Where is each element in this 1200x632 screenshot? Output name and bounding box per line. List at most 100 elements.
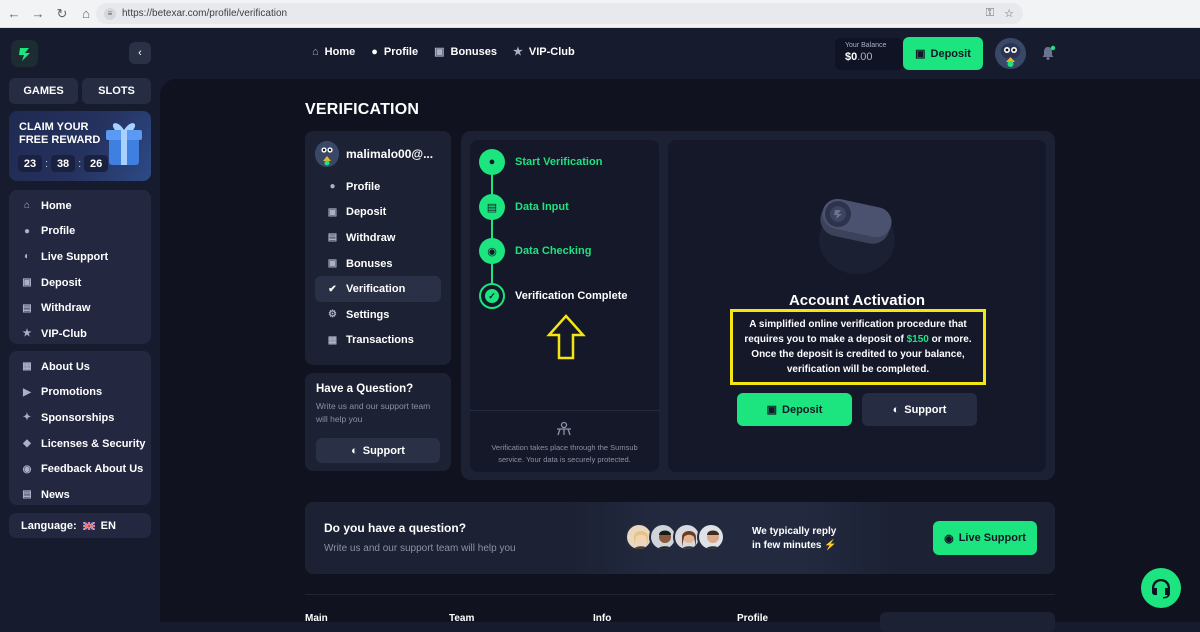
question-text: Write us and our support team will help … bbox=[316, 401, 431, 424]
steps-divider bbox=[470, 410, 659, 411]
profile-menu-transactions[interactable]: ▦ Transactions bbox=[315, 328, 441, 354]
sidebar-item-about-us[interactable]: ▦ About Us bbox=[9, 354, 151, 380]
header-deposit-button[interactable]: ▣ Deposit bbox=[903, 37, 983, 70]
help-title: Do you have a question? bbox=[324, 521, 467, 535]
help-subtitle: Write us and our support team will help … bbox=[324, 543, 516, 554]
footer-col-main: Main bbox=[305, 613, 328, 624]
handshake-icon: ✦ bbox=[22, 412, 32, 424]
bookmark-star-icon[interactable]: ☆ bbox=[1004, 7, 1014, 20]
withdraw-icon: ▤ bbox=[327, 232, 338, 244]
page-title: VERIFICATION bbox=[305, 101, 420, 118]
sidebar-item-profile[interactable]: ● Profile bbox=[9, 219, 151, 245]
avatar[interactable] bbox=[995, 38, 1026, 69]
profile-menu-profile[interactable]: ● Profile bbox=[315, 174, 441, 200]
sidebar-item-feedback[interactable]: ◉ Feedback About Us bbox=[9, 456, 151, 482]
verification-card: ● Start Verification ▤ Data Input ◉ Data… bbox=[461, 131, 1055, 480]
wallet-icon: ▣ bbox=[327, 206, 338, 218]
toggle-switch-illustration-icon bbox=[819, 198, 895, 274]
password-key-icon[interactable]: ⚿ bbox=[986, 7, 994, 20]
step-data-input: ▤ Data Input bbox=[479, 194, 569, 220]
home-icon: ⌂ bbox=[312, 45, 319, 58]
balance-value: $0.00 bbox=[845, 51, 873, 63]
language-label: Language: bbox=[21, 519, 77, 532]
balance-label: Your Balance bbox=[845, 42, 887, 49]
nav-home[interactable]: ⌂ Home bbox=[312, 45, 355, 58]
timer-hours: 23 bbox=[18, 155, 42, 172]
profile-menu-bonuses[interactable]: ▣ Bonuses bbox=[315, 251, 441, 277]
collapse-sidebar-button[interactable]: ‹ bbox=[129, 42, 151, 64]
back-icon[interactable]: ← bbox=[4, 4, 24, 24]
footer-col-profile: Profile bbox=[737, 613, 769, 624]
star-icon: ★ bbox=[512, 46, 523, 58]
sidebar-item-deposit[interactable]: ▣ Deposit bbox=[9, 270, 151, 296]
agent-avatar bbox=[697, 523, 725, 551]
tab-games[interactable]: GAMES bbox=[9, 78, 78, 104]
footer-card bbox=[880, 612, 1055, 632]
sidebar-item-live-support[interactable]: ◐ Live Support bbox=[9, 244, 151, 270]
user-icon: ● bbox=[371, 45, 378, 58]
reply-time-text: We typically reply in few minutes ⚡ bbox=[752, 526, 837, 551]
deposit-amount: $150 bbox=[906, 334, 929, 345]
reload-icon[interactable]: ↻ bbox=[52, 4, 72, 24]
address-bar[interactable]: ≡ https://betexar.com/profile/verificati… bbox=[96, 3, 1023, 24]
star-icon: ★ bbox=[22, 328, 32, 340]
sidebar: ‹ GAMES SLOTS CLAIM YOUR FREE REWARD 23 … bbox=[0, 28, 160, 622]
sidebar-item-home[interactable]: ⌂ Home bbox=[9, 193, 151, 219]
headset-icon: ◐ bbox=[892, 403, 900, 416]
footer-columns: Main Team Info Profile bbox=[305, 613, 837, 624]
sidebar-item-news[interactable]: ▤ News bbox=[9, 482, 151, 508]
sidebar-item-licenses[interactable]: ◆ Licenses & Security bbox=[9, 431, 151, 457]
uk-flag-icon bbox=[82, 521, 95, 530]
promo-timer: 23 : 38 : 26 bbox=[18, 155, 109, 172]
live-support-button[interactable]: ◉ Live Support bbox=[933, 521, 1037, 555]
profile-menu-settings[interactable]: ⚙ Settings bbox=[315, 302, 441, 328]
activation-title: Account Activation bbox=[788, 292, 926, 309]
sidebar-main-menu: ⌂ Home ● Profile ◐ Live Support ▣ Deposit ▤ W… bbox=[9, 190, 151, 344]
news-icon: ▤ bbox=[22, 489, 32, 501]
nav-vip-club[interactable]: ★ VIP-Club bbox=[512, 45, 575, 59]
sidebar-item-withdraw[interactable]: ▤ Withdraw bbox=[9, 295, 151, 321]
activation-support-button[interactable]: ◐ Support bbox=[862, 393, 977, 426]
top-nav: ⌂ Home ● Profile ▣ Bonuses ★ VIP-Club bbox=[312, 45, 575, 59]
sidebar-item-sponsorships[interactable]: ✦ Sponsorships bbox=[9, 405, 151, 431]
language-selector[interactable]: Language: EN bbox=[9, 513, 151, 538]
form-icon: ▤ bbox=[479, 194, 505, 220]
profile-menu-withdraw[interactable]: ▤ Withdraw bbox=[315, 225, 441, 251]
megaphone-icon: ▶ bbox=[23, 386, 31, 398]
tab-slots[interactable]: SLOTS bbox=[82, 78, 151, 104]
transactions-icon: ▦ bbox=[327, 334, 338, 346]
notification-bell-icon[interactable] bbox=[1040, 45, 1056, 61]
chevron-left-icon: ‹ bbox=[138, 47, 142, 59]
main-content: VERIFICATION malimalo00@... ● Profile ▣ De… bbox=[160, 79, 1200, 632]
activation-description: A simplified online verification procedu… bbox=[730, 309, 986, 385]
avatar bbox=[315, 141, 339, 167]
user-icon: ● bbox=[23, 225, 31, 237]
sumsub-note: Verification takes place through the Sum… bbox=[491, 443, 638, 464]
footer-col-team: Team bbox=[449, 613, 475, 624]
chat-icon: ◉ bbox=[944, 532, 954, 545]
sidebar-item-promotions[interactable]: ▶ Promotions bbox=[9, 380, 151, 406]
support-button[interactable]: ◐ Support bbox=[316, 438, 440, 463]
sumsub-logo-icon bbox=[557, 421, 571, 436]
lightning-icon: ⚡ bbox=[824, 540, 837, 551]
question-card: Have a Question? Write us and our suppor… bbox=[305, 373, 451, 471]
timer-minutes: 38 bbox=[51, 155, 76, 172]
chat-support-button[interactable] bbox=[1141, 568, 1181, 608]
profile-menu-verification[interactable]: ✔ Verification bbox=[315, 276, 441, 302]
profile-menu: ● Profile ▣ Deposit ▤ Withdraw ▣ Bonuses ✔ Ve… bbox=[315, 174, 441, 353]
free-reward-banner[interactable]: CLAIM YOUR FREE REWARD 23 : 38 : 26 bbox=[9, 111, 151, 181]
activation-deposit-button[interactable]: ▣ Deposit bbox=[737, 393, 852, 426]
nav-profile[interactable]: ● Profile bbox=[371, 45, 418, 58]
profile-username: malimalo00@... bbox=[346, 147, 434, 161]
site-logo[interactable] bbox=[11, 40, 38, 67]
sidebar-item-vip-club[interactable]: ★ VIP-Club bbox=[9, 321, 151, 347]
nav-bonuses[interactable]: ▣ Bonuses bbox=[434, 45, 497, 59]
question-title: Have a Question? bbox=[316, 383, 414, 395]
forward-icon[interactable]: → bbox=[28, 4, 48, 24]
profile-menu-deposit[interactable]: ▣ Deposit bbox=[315, 200, 441, 226]
feedback-icon: ◉ bbox=[22, 463, 32, 475]
site-info-icon[interactable]: ≡ bbox=[104, 7, 116, 20]
gift-icon: ▣ bbox=[327, 258, 338, 270]
balance-display: Your Balance $0.00 bbox=[835, 38, 903, 70]
home-browser-icon[interactable]: ⌂ bbox=[76, 4, 96, 24]
